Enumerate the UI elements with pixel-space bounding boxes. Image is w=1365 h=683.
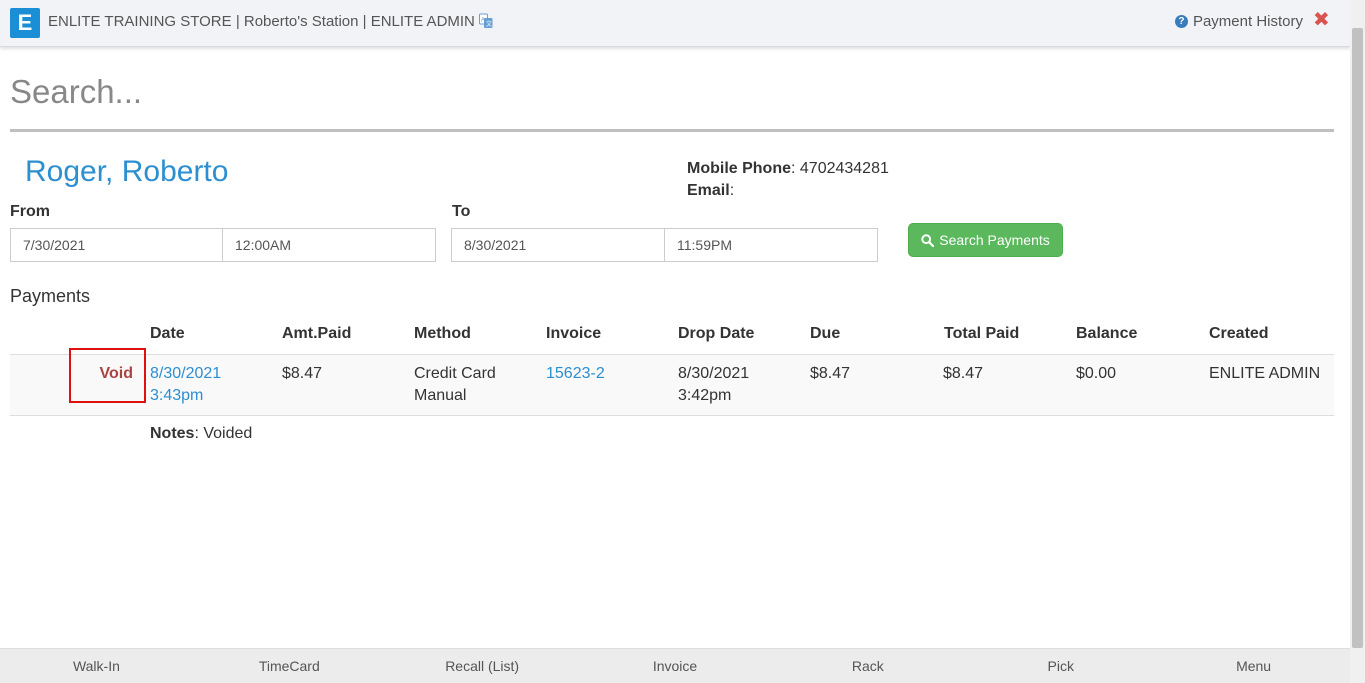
column-header-method: Method [414,325,471,342]
email-label: Email [687,182,730,199]
email-value: : [729,182,735,199]
search-payments-button[interactable]: Search Payments [908,223,1063,257]
payments-title: Payments [10,286,91,306]
payment-date: 8/30/2021 [150,365,222,382]
to-time-input[interactable]: 11:59PM [664,228,878,262]
column-header-created: Created [1209,325,1269,342]
search-icon [921,233,935,247]
column-header-drop-date: Drop Date [678,325,755,342]
column-header-due: Due [810,325,841,342]
created-cell: ENLITE ADMIN [1209,365,1321,382]
svg-text:A: A [481,18,485,24]
column-header-invoice: Invoice [546,325,602,342]
balance-cell: $0.00 [1076,365,1117,382]
method-line1: Credit Card [414,365,496,382]
from-date-input[interactable]: 7/30/2021 [10,228,223,262]
nav-pick[interactable]: Pick [964,649,1157,683]
nav-recall-list[interactable]: Recall (List) [386,649,579,683]
mobile-phone-label: Mobile Phone [687,160,791,177]
close-icon[interactable]: ✖ [1313,9,1330,31]
drop-time: 3:42pm [678,387,732,404]
translate-icon[interactable]: A 文 [479,13,493,29]
column-header-balance: Balance [1076,325,1138,342]
invoice-link[interactable]: 15623-2 [546,363,605,385]
mobile-phone-value: : 4702434281 [791,160,889,177]
nav-rack[interactable]: Rack [771,649,964,683]
nav-timecard[interactable]: TimeCard [193,649,386,683]
nav-walk-in[interactable]: Walk-In [0,649,193,683]
column-header-date: Date [150,325,185,342]
help-icon: ? [1174,15,1188,28]
notes-label: Notes [150,425,195,442]
nav-menu[interactable]: Menu [1157,649,1350,683]
enlite-logo-icon: E [10,8,40,38]
bottom-nav: Walk-In TimeCard Recall (List) Invoice R… [0,648,1350,683]
nav-invoice[interactable]: Invoice [579,649,772,683]
to-date-input[interactable]: 8/30/2021 [451,228,665,262]
drop-date: 8/30/2021 [678,365,750,382]
method-line2: Manual [414,387,467,404]
payment-history-label: Payment History [1192,13,1303,30]
column-header-amt-paid: Amt.Paid [282,325,352,342]
customer-contact: Mobile Phone: 4702434281 Email: [687,158,889,202]
notes-value: : Voided [194,425,253,442]
app-title: ENLITE TRAINING STORE | Roberto's Statio… [48,13,475,30]
from-time-input[interactable]: 12:00AM [222,228,436,262]
drop-date-cell: 8/30/2021 3:42pm [678,363,749,407]
svg-text:文: 文 [486,20,492,28]
payment-time: 3:43pm [150,387,204,404]
scrollbar-thumb[interactable] [1352,28,1363,648]
payment-date-link[interactable]: 8/30/2021 3:43pm [150,363,221,407]
search-payments-label: Search Payments [939,232,1050,248]
payment-history-link[interactable]: ? Payment History [1174,13,1303,30]
column-header-total-paid: Total Paid [944,325,1020,342]
method-cell: Credit Card Manual [414,363,496,407]
payment-notes: Notes: Voided [150,425,252,443]
amt-paid-cell: $8.47 [282,365,323,382]
void-button[interactable]: Void [69,348,146,403]
due-cell: $8.47 [810,365,851,382]
top-bar: E ENLITE TRAINING STORE | Roberto's Stat… [0,0,1350,47]
total-paid-cell: $8.47 [943,365,984,382]
from-label: From [10,203,50,220]
to-label: To [452,203,471,220]
customer-name[interactable]: Roger, Roberto [25,155,228,189]
search-input[interactable] [10,62,1334,132]
